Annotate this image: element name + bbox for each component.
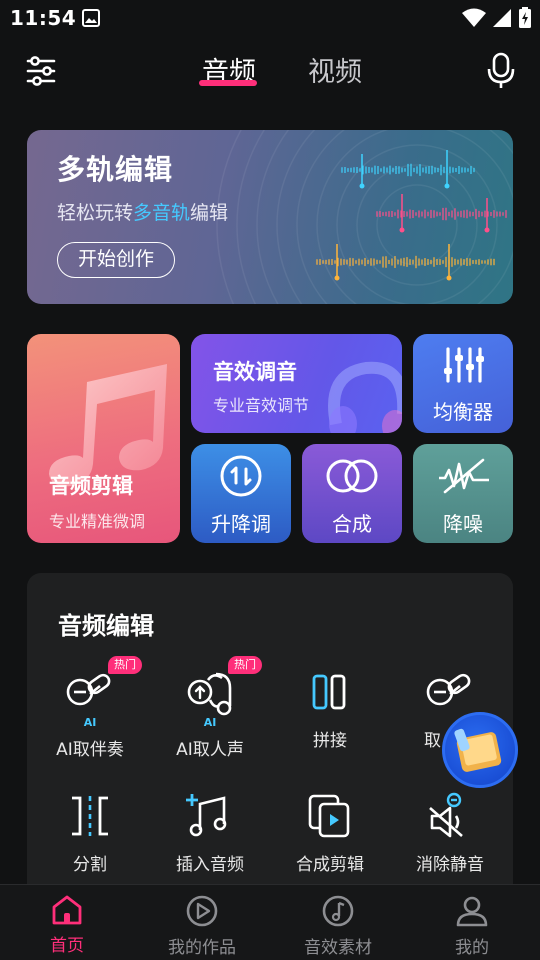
nav-label: 音效素材 (304, 938, 372, 958)
pitch-title: 升降调 (211, 512, 271, 536)
equalizer-title: 均衡器 (433, 400, 493, 424)
ai-badge: AI (203, 716, 217, 729)
tool-remove-silence[interactable]: 消除静音 (390, 792, 510, 875)
tool-insert-audio[interactable]: 插入音频 (150, 792, 270, 875)
tool-label: 合成剪辑 (296, 855, 364, 875)
floating-book-button[interactable] (442, 712, 518, 788)
microphone-icon[interactable] (486, 52, 516, 90)
nav-sound-material[interactable]: 音效素材 (288, 895, 388, 958)
battery-charging-icon (519, 7, 531, 28)
mix-card[interactable]: 合成 (302, 444, 402, 543)
tool-ai-vocal[interactable]: AI AI取人声 (150, 670, 270, 760)
profile-icon (456, 896, 488, 927)
hot-badge: 热门 (228, 656, 262, 674)
pitch-card[interactable]: 升降调 (191, 444, 291, 543)
tool-label: AI取人声 (176, 740, 244, 760)
tool-label: 消除静音 (416, 855, 484, 875)
sound-material-icon (322, 895, 354, 927)
tool-split[interactable]: 分割 (30, 792, 150, 875)
home-icon (52, 895, 82, 925)
pitch-up-down-icon (220, 455, 262, 497)
tool-label: 分割 (73, 855, 107, 875)
denoise-card[interactable]: 降噪 (413, 444, 513, 543)
remove-silence-icon (429, 792, 463, 838)
sound-fx-title: 音效调音 (213, 360, 297, 384)
signal-icon (493, 9, 511, 27)
tool-merge-clip[interactable]: 合成剪辑 (270, 792, 390, 875)
tool-label: AI取伴奏 (56, 740, 124, 760)
multitrack-banner[interactable]: 多轨编辑 轻松玩转多音轨编辑 开始创作 (27, 130, 513, 304)
denoise-wave-icon (439, 458, 489, 494)
headphones-icon (328, 361, 402, 433)
splice-icon (312, 674, 346, 710)
tool-label: 拼接 (313, 731, 347, 751)
insert-audio-icon (186, 794, 227, 837)
nav-label: 首页 (50, 936, 84, 956)
merge-clip-icon (308, 794, 350, 838)
nav-my-works[interactable]: 我的作品 (152, 895, 252, 958)
banner-title: 多轨编辑 (57, 153, 174, 186)
nav-profile[interactable]: 我的 (422, 895, 522, 958)
audio-edit-card[interactable]: 音频剪辑 专业精准微调 (27, 334, 180, 543)
tool-ai-accompaniment[interactable]: AI AI取伴奏 (30, 670, 150, 760)
tool-splice[interactable]: 拼接 (270, 670, 390, 751)
book-icon (454, 728, 502, 772)
filter-settings-icon[interactable] (24, 54, 58, 88)
status-bar: 11:54 (0, 0, 540, 36)
audio-edit-subtitle: 专业精准微调 (49, 512, 146, 531)
nav-label: 我的 (455, 938, 489, 958)
gallery-notification-icon (82, 9, 100, 27)
bottom-navigation: 首页 我的作品 音效素材 我的 (0, 884, 540, 960)
sound-fx-card[interactable]: 音效调音 专业音效调节 (191, 334, 402, 433)
status-time: 11:54 (10, 6, 77, 30)
banner-subtitle: 轻松玩转多音轨编辑 (57, 202, 229, 224)
equalizer-card[interactable]: 均衡器 (413, 334, 513, 433)
tab-active-indicator (199, 80, 257, 86)
sound-fx-subtitle: 专业音效调节 (213, 396, 310, 415)
mix-title: 合成 (332, 512, 372, 536)
split-icon (72, 796, 108, 836)
equalizer-icon (444, 347, 484, 383)
my-works-icon (186, 895, 218, 927)
ai-badge: AI (83, 716, 97, 729)
start-create-button[interactable]: 开始创作 (57, 242, 175, 278)
audio-edit-title: 音频剪辑 (49, 474, 133, 498)
denoise-title: 降噪 (443, 512, 483, 536)
tools-panel-title: 音频编辑 (58, 612, 154, 640)
hot-badge: 热门 (108, 656, 142, 674)
nav-home[interactable]: 首页 (17, 895, 117, 956)
merge-circles-icon (326, 459, 378, 493)
banner-subtitle-highlight: 多音轨 (133, 202, 191, 224)
nav-label: 我的作品 (168, 938, 236, 958)
tab-video[interactable]: 视频 (308, 50, 362, 89)
wifi-icon (462, 8, 486, 27)
tool-label: 插入音频 (176, 855, 244, 875)
multitrack-waveform-graphic (316, 150, 507, 281)
